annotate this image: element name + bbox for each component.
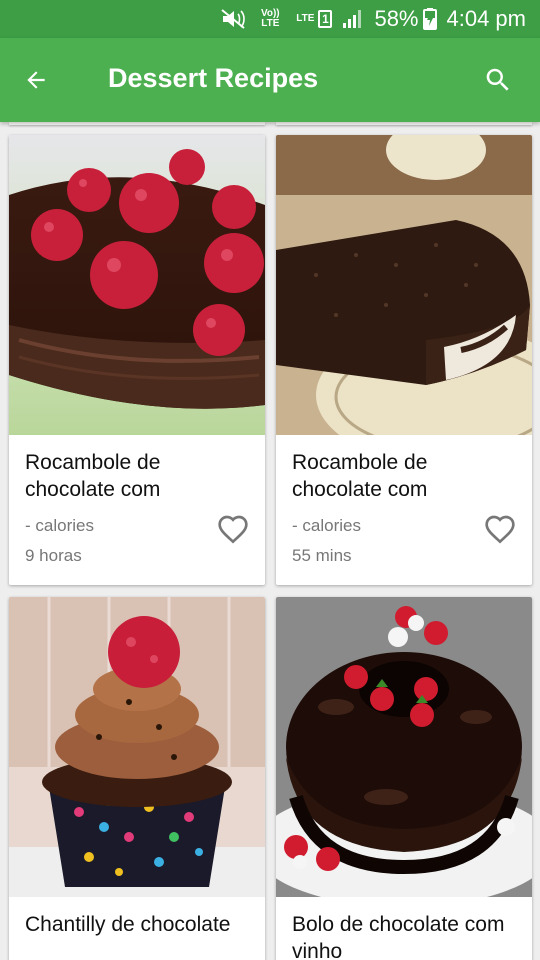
volte-indicator: Vo)) LTE: [260, 8, 280, 29]
recipe-photo: [276, 135, 532, 435]
recipe-time: 55 mins: [292, 546, 352, 565]
sim-slot-indicator: 1: [318, 10, 333, 28]
recipe-calories: - calories: [25, 516, 94, 535]
recipe-grid[interactable]: Rocambole de chocolate com - calories 9 …: [0, 122, 540, 960]
page-title: Dessert Recipes: [108, 63, 319, 93]
recipe-card[interactable]: Rocambole de chocolate com - calories 9 …: [9, 135, 265, 585]
lte-indicator: LTE: [296, 13, 315, 24]
previous-card-edge: [9, 122, 265, 125]
status-bar: Vo)) LTE LTE 1 58% 4:04 pm: [0, 0, 540, 38]
search-button[interactable]: [476, 58, 520, 102]
recipe-card[interactable]: Rocambole de chocolate com - calories 55…: [276, 135, 532, 585]
app-bar: Dessert Recipes: [0, 38, 540, 122]
favorite-button[interactable]: [482, 512, 518, 546]
search-icon: [486, 68, 509, 91]
recipe-calories: - calories: [292, 516, 361, 535]
recipe-card[interactable]: Bolo de chocolate com vinho: [276, 597, 532, 960]
favorite-button[interactable]: [215, 512, 251, 546]
arrow-back-icon: [27, 71, 45, 89]
recipe-time: 9 horas: [25, 546, 82, 565]
recipe-card[interactable]: Chantilly de chocolate: [9, 597, 265, 960]
previous-card-edge: [276, 122, 532, 125]
recipe-photo: [9, 597, 265, 897]
clock: 4:04 pm: [446, 6, 527, 31]
back-button[interactable]: [14, 58, 58, 102]
heart-outline-icon: [485, 515, 515, 544]
signal-icon: [342, 9, 364, 29]
mute-icon: [220, 8, 248, 30]
recipe-name: Rocambole de chocolate com: [25, 451, 161, 501]
battery-percent: 58%: [374, 6, 419, 31]
heart-outline-icon: [218, 515, 248, 544]
recipe-photo: [276, 597, 532, 897]
recipe-name: Bolo de chocolate com vinho: [292, 913, 505, 960]
battery-charging-icon: [422, 8, 437, 30]
recipe-name: Rocambole de chocolate com: [292, 451, 428, 501]
recipe-name: Chantilly de chocolate: [25, 913, 231, 936]
recipe-photo: [9, 135, 265, 435]
